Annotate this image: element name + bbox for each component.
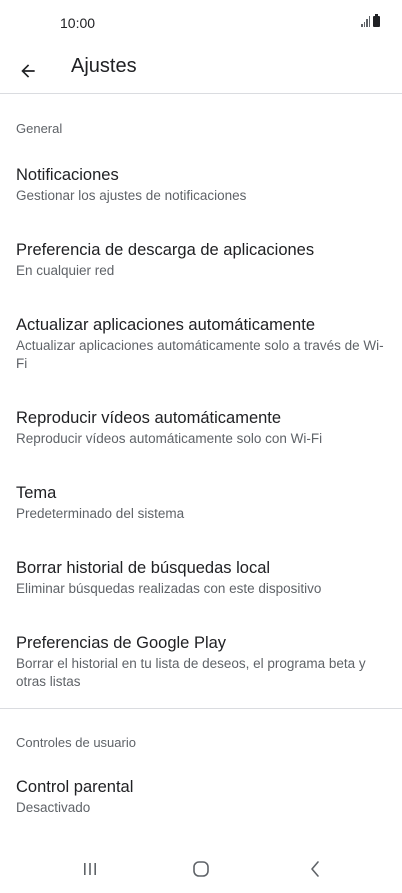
signal-icon bbox=[361, 16, 370, 27]
setting-title: Borrar historial de búsquedas local bbox=[16, 559, 271, 577]
setting-clear-search-history[interactable]: Borrar historial de búsquedas local Elim… bbox=[0, 558, 402, 598]
setting-subtitle: Actualizar aplicaciones automáticamente … bbox=[16, 338, 384, 371]
settings-content: General Notificaciones Gestionar los aju… bbox=[0, 94, 402, 817]
section-header-user-controls: Controles de usuario bbox=[16, 735, 136, 750]
setting-subtitle: Gestionar los ajustes de notificaciones bbox=[16, 188, 247, 203]
home-icon bbox=[193, 861, 209, 877]
status-icons bbox=[361, 14, 380, 27]
status-time: 10:00 bbox=[60, 15, 96, 31]
setting-parental-control[interactable]: Control parental Desactivado bbox=[0, 777, 402, 817]
nav-back-button[interactable] bbox=[295, 855, 335, 883]
page-title: Ajustes bbox=[71, 55, 137, 77]
setting-title: Tema bbox=[16, 484, 57, 502]
setting-subtitle: Borrar el historial en tu lista de deseo… bbox=[16, 656, 366, 689]
recents-icon bbox=[84, 863, 96, 875]
setting-subtitle: Predeterminado del sistema bbox=[16, 506, 185, 521]
setting-title: Reproducir vídeos automáticamente bbox=[16, 409, 282, 427]
back-chevron-icon bbox=[311, 861, 319, 877]
setting-subtitle: Reproducir vídeos automáticamente solo c… bbox=[16, 431, 323, 446]
setting-title: Preferencias de Google Play bbox=[16, 634, 227, 652]
setting-google-play-preferences[interactable]: Preferencias de Google Play Borrar el hi… bbox=[0, 633, 402, 691]
setting-subtitle: En cualquier red bbox=[16, 263, 115, 278]
setting-subtitle: Desactivado bbox=[16, 800, 91, 815]
section-header-general: General bbox=[16, 121, 63, 136]
setting-notifications[interactable]: Notificaciones Gestionar los ajustes de … bbox=[0, 165, 402, 205]
setting-auto-update[interactable]: Actualizar aplicaciones automáticamente … bbox=[0, 315, 402, 373]
setting-download-preference[interactable]: Preferencia de descarga de aplicaciones … bbox=[0, 240, 402, 280]
recents-button[interactable] bbox=[70, 855, 110, 883]
system-nav-bar bbox=[0, 845, 402, 893]
battery-icon bbox=[373, 14, 380, 27]
setting-title: Control parental bbox=[16, 778, 134, 796]
arrow-back-icon bbox=[21, 64, 35, 78]
status-bar: 10:00 bbox=[0, 0, 402, 48]
setting-title: Actualizar aplicaciones automáticamente bbox=[16, 316, 315, 334]
setting-subtitle: Eliminar búsquedas realizadas con este d… bbox=[16, 581, 322, 596]
setting-theme[interactable]: Tema Predeterminado del sistema bbox=[0, 483, 402, 523]
setting-title: Notificaciones bbox=[16, 166, 119, 184]
setting-title: Preferencia de descarga de aplicaciones bbox=[16, 241, 315, 259]
setting-autoplay-videos[interactable]: Reproducir vídeos automáticamente Reprod… bbox=[0, 408, 402, 448]
app-bar: Ajustes bbox=[0, 48, 402, 94]
home-button[interactable] bbox=[181, 855, 221, 883]
back-button[interactable] bbox=[10, 53, 46, 89]
